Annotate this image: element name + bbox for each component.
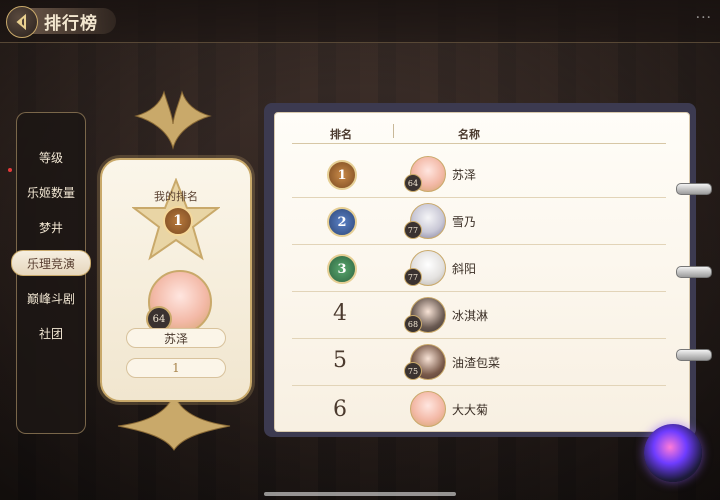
row-name: 雪乃 — [452, 215, 477, 229]
my-rank-label: 我的排名 — [154, 190, 198, 203]
binder-ring — [676, 266, 712, 278]
gold-medal-icon: 1 — [327, 160, 357, 190]
table-row[interactable]: 2 77 雪乃 — [292, 197, 666, 245]
table-row[interactable]: 4 68 冰淇淋 — [292, 291, 666, 339]
notification-dot — [8, 168, 12, 172]
green-medal-icon: 3 — [327, 254, 357, 284]
sidebar-item-muse-count[interactable]: 乐姬数量 — [17, 180, 85, 204]
binder-ring — [676, 349, 712, 361]
row-name: 斜阳 — [452, 262, 477, 276]
row-level-badge: 64 — [404, 174, 422, 192]
top-bar: 排行榜 ··· — [0, 0, 720, 43]
row-name: 大大菊 — [452, 403, 489, 417]
header-divider — [292, 143, 666, 144]
column-divider — [393, 124, 394, 138]
title-plate: 排行榜 — [28, 8, 116, 34]
binder-ring — [676, 183, 712, 195]
player-score: 1 — [126, 358, 226, 378]
rank-number: 6 — [333, 397, 347, 422]
row-level-badge: 77 — [404, 221, 422, 239]
player-name: 苏泽 — [126, 328, 226, 348]
category-sidebar: 等级 乐姬数量 梦井 乐理竞演 巅峰斗剧 社团 — [11, 112, 91, 434]
table-row[interactable]: 6 大大菊 — [292, 385, 666, 427]
back-arrow-icon — [16, 13, 26, 31]
page-title: 排行榜 — [44, 13, 98, 34]
my-rank-card: 我的排名 1 64 苏泽 1 — [100, 158, 252, 402]
card-top-ornament — [134, 90, 212, 150]
assistant-orb-icon[interactable] — [644, 424, 702, 482]
column-header-rank: 排名 — [330, 128, 352, 141]
table-row[interactable]: 3 77 斜阳 — [292, 244, 666, 292]
row-level-badge: 68 — [404, 315, 422, 333]
my-rank-number: 1 — [163, 206, 193, 236]
sidebar-item-peak-battle[interactable]: 巅峰斗剧 — [17, 286, 85, 310]
avatar — [410, 391, 446, 427]
row-name: 冰淇淋 — [452, 309, 489, 323]
sidebar-item-dream-well[interactable]: 梦井 — [17, 215, 85, 239]
row-level-badge: 77 — [404, 268, 422, 286]
row-name: 苏泽 — [452, 168, 477, 182]
row-name: 油渣包菜 — [452, 356, 501, 370]
blue-medal-icon: 2 — [327, 207, 357, 237]
column-header-name: 名称 — [458, 128, 480, 141]
rank-number: 4 — [333, 301, 347, 326]
sidebar-item-music-theory-contest[interactable]: 乐理竞演 — [11, 250, 91, 276]
more-icon[interactable]: ··· — [696, 10, 712, 26]
sidebar-item-club[interactable]: 社团 — [17, 321, 85, 345]
table-row[interactable]: 5 75 油渣包菜 — [292, 338, 666, 386]
back-button[interactable] — [6, 6, 38, 38]
row-level-badge: 75 — [404, 362, 422, 380]
rank-number: 5 — [333, 348, 347, 373]
home-indicator[interactable] — [264, 492, 456, 496]
sidebar-item-level[interactable]: 等级 — [17, 145, 85, 169]
table-row[interactable]: 1 64 苏泽 — [292, 150, 666, 198]
